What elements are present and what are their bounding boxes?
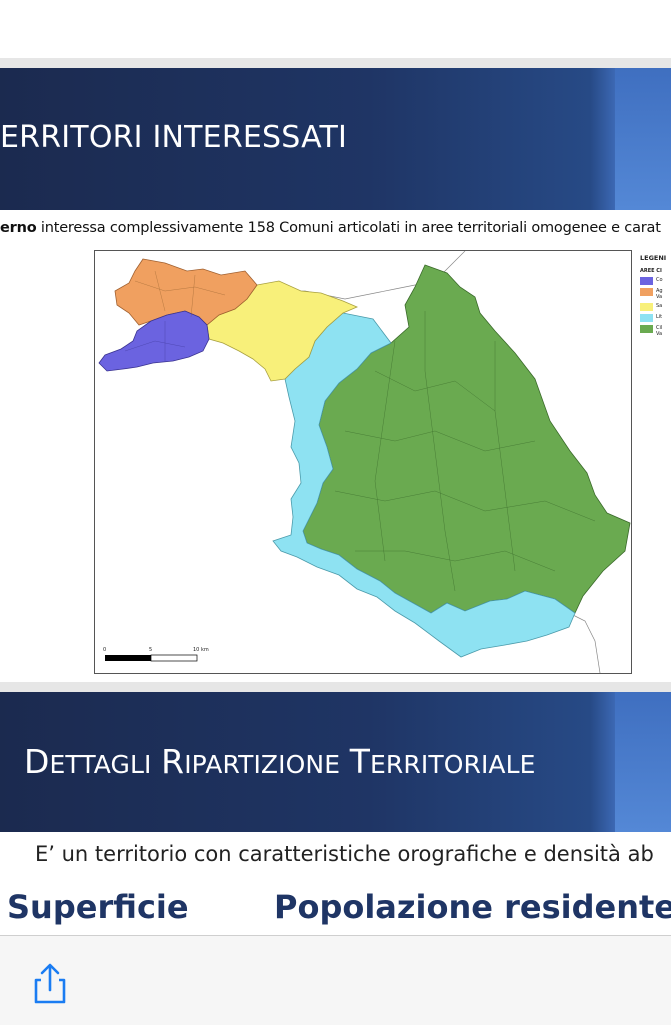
legend-item: Sa bbox=[640, 303, 671, 311]
legend-item: Co bbox=[640, 277, 671, 285]
legend-swatch bbox=[640, 325, 653, 333]
slide2-body-text: E’ un territorio con caratteristiche oro… bbox=[35, 842, 654, 866]
slide2-title: DETTAGLI RIPARTIZIONE TERRITORIALE bbox=[24, 742, 536, 781]
share-button[interactable] bbox=[28, 962, 72, 1008]
intro-body: interessa complessivamente 158 Comuni ar… bbox=[36, 220, 661, 236]
legend-swatch bbox=[640, 303, 653, 311]
column-header-superficie: Superficie bbox=[7, 888, 189, 926]
legend-item: Cil Va bbox=[640, 325, 671, 337]
slide2-accent-band bbox=[615, 692, 671, 832]
legend-label: Ag Va bbox=[656, 288, 663, 300]
scale-label-5: 5 bbox=[149, 647, 152, 653]
slide2-header: DETTAGLI RIPARTIZIONE TERRITORIALE bbox=[0, 692, 671, 832]
legend-item: Ag Va bbox=[640, 288, 671, 300]
slide-gap-middle bbox=[0, 682, 671, 692]
title-word-3: ERRITORIALE bbox=[370, 750, 536, 779]
slide1-accent-band bbox=[615, 68, 671, 210]
title-word-2: IPARTIZIONE bbox=[184, 750, 341, 779]
bottom-toolbar bbox=[0, 935, 671, 1025]
slide1-header: ERRITORI INTERESSATI bbox=[0, 68, 671, 210]
title-cap-d: D bbox=[24, 742, 50, 781]
territory-map: 0 5 10 km bbox=[94, 250, 632, 674]
share-icon bbox=[34, 963, 66, 1004]
scale-label-10: 10 km bbox=[193, 647, 209, 653]
slide1-title: ERRITORI INTERESSATI bbox=[0, 120, 348, 155]
title-cap-t: T bbox=[349, 742, 371, 781]
top-blank-area bbox=[0, 0, 671, 58]
intro-bold-word: erno bbox=[0, 220, 37, 236]
slide-gap-top bbox=[0, 58, 671, 68]
legend-label: Co bbox=[656, 277, 663, 283]
legend-label: Cil Va bbox=[656, 325, 663, 337]
legend-swatch bbox=[640, 277, 653, 285]
scale-label-0: 0 bbox=[103, 647, 106, 653]
map-svg: 0 5 10 km bbox=[95, 251, 631, 673]
legend-label: Sa bbox=[656, 303, 663, 309]
title-word-1: ETTAGLI bbox=[49, 750, 152, 779]
title-cap-r: R bbox=[161, 742, 185, 781]
legend-label: Lit bbox=[656, 314, 663, 320]
legend-item: Lit bbox=[640, 314, 671, 322]
legend-swatch bbox=[640, 288, 653, 296]
legend-rows: Co Ag Va Sa Lit Cil Va bbox=[640, 277, 671, 337]
map-legend: LEGENI AREE CI Co Ag Va Sa Lit Cil Va bbox=[640, 254, 671, 364]
legend-swatch bbox=[640, 314, 653, 322]
legend-subtitle: AREE CI bbox=[640, 268, 662, 274]
legend-title: LEGENI bbox=[640, 254, 667, 262]
column-header-popolazione: Popolazione residente bbox=[274, 888, 671, 926]
slide1-intro-text: erno interessa complessivamente 158 Comu… bbox=[0, 220, 661, 236]
